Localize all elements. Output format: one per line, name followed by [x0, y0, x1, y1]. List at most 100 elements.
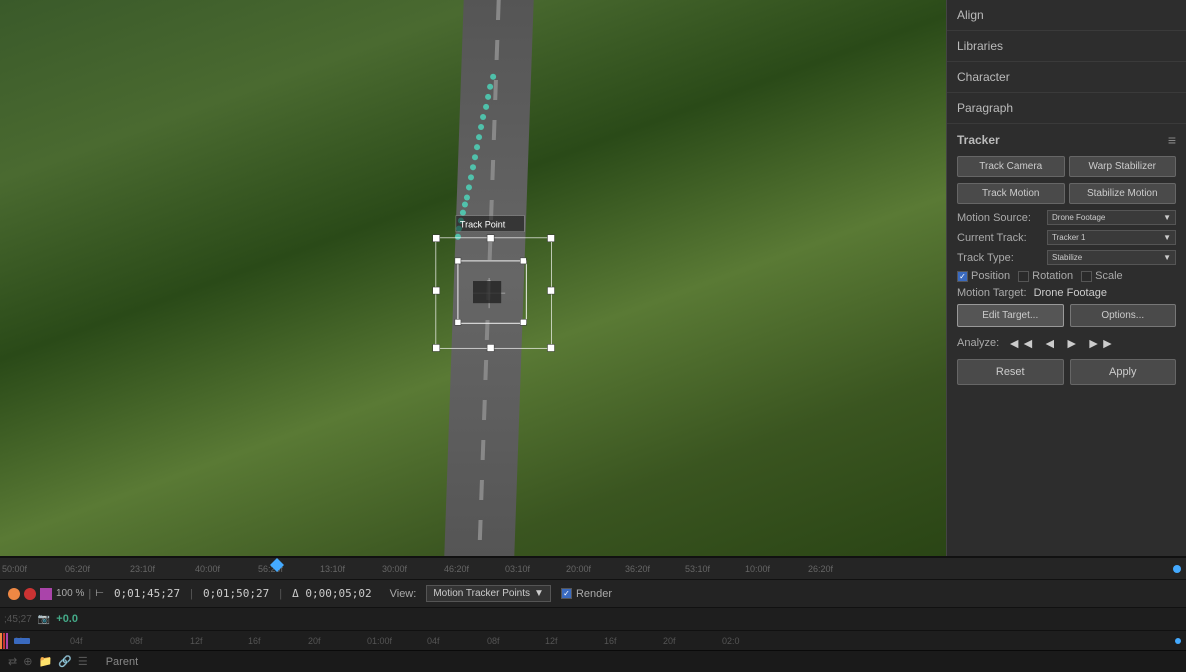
rotation-label: Rotation [1032, 270, 1073, 282]
view-chevron: ▼ [534, 588, 544, 599]
tracker-second-buttons: Track Motion Stabilize Motion [957, 183, 1176, 204]
lower-ruler-116f: 16f [604, 636, 617, 646]
ruler-label-8: 46:20f [444, 564, 469, 574]
track-type-value: Stabilize [1052, 253, 1082, 262]
timecode-bottom: ;45;27 [4, 614, 32, 625]
tracker-panel: Tracker ≡ Track Camera Warp Stabilizer T… [947, 124, 1186, 556]
analyze-label: Analyze: [957, 337, 999, 349]
ruler-label-6: 13:10f [320, 564, 345, 574]
view-label: View: [390, 588, 417, 600]
position-checkbox[interactable]: ✓ [957, 271, 968, 282]
bottom-icon-4[interactable]: 🔗 [58, 655, 72, 668]
ruler-label-3: 23:10f [130, 564, 155, 574]
ruler-label-1: 50:00f [2, 564, 27, 574]
libraries-label: Libraries [957, 39, 1003, 53]
marker-red [0, 633, 2, 649]
motion-target-row: Motion Target: Drone Footage [957, 287, 1176, 299]
analyze-back-button[interactable]: ◄ [1041, 335, 1059, 351]
position-checkbox-item[interactable]: ✓ Position [957, 270, 1010, 282]
timecode-symbol: ⊢ [95, 588, 104, 599]
lower-ruler-200f: 02:0 [722, 636, 740, 646]
ruler-label-9: 03:10f [505, 564, 530, 574]
character-section[interactable]: Character [947, 62, 1186, 93]
ruler-label-13: 10:00f [745, 564, 770, 574]
ruler-label-10: 20:00f [566, 564, 591, 574]
lower-timeline-ruler[interactable]: 0f 04f 08f 12f 16f 20f 01:00f 04f 08f 12… [0, 630, 1186, 650]
bottom-icon-5[interactable]: ☰ [78, 655, 88, 668]
view-dropdown[interactable]: Motion Tracker Points ▼ [426, 585, 551, 602]
transport-divider-2: | [279, 588, 282, 600]
position-label: Position [971, 270, 1010, 282]
render-cb[interactable]: ✓ [561, 588, 572, 599]
align-label: Align [957, 8, 984, 22]
analyze-controls: ◄◄ ◄ ► ►► [1005, 335, 1116, 351]
reset-apply-row: Reset Apply [957, 359, 1176, 385]
align-section[interactable]: Align [947, 0, 1186, 31]
edit-target-button[interactable]: Edit Target... [957, 304, 1064, 327]
playhead-end-dot [1173, 565, 1181, 573]
lower-ruler-120f: 20f [663, 636, 676, 646]
motion-source-dropdown[interactable]: Drone Footage ▼ [1047, 210, 1176, 225]
scale-checkbox-item[interactable]: Scale [1081, 270, 1123, 282]
color-swatch-red [8, 588, 20, 600]
reset-button[interactable]: Reset [957, 359, 1064, 385]
lower-ruler-104f: 04f [427, 636, 440, 646]
ruler-label-14: 26:20f [808, 564, 833, 574]
analyze-row: Analyze: ◄◄ ◄ ► ►► [957, 335, 1176, 351]
current-track-value: Tracker 1 [1052, 233, 1086, 242]
marker-dark-red [3, 633, 5, 649]
ruler-label-7: 30:00f [382, 564, 407, 574]
stabilize-motion-button[interactable]: Stabilize Motion [1069, 183, 1177, 204]
motion-source-chevron: ▼ [1163, 213, 1171, 222]
paragraph-section[interactable]: Paragraph [947, 93, 1186, 124]
current-track-chevron: ▼ [1163, 233, 1171, 242]
tracker-top-buttons: Track Camera Warp Stabilizer [957, 156, 1176, 177]
bottom-icon-1[interactable]: ⇄ [8, 655, 17, 668]
motion-source-row: Motion Source: Drone Footage ▼ [957, 210, 1176, 225]
current-track-dropdown[interactable]: Tracker 1 ▼ [1047, 230, 1176, 245]
track-camera-button[interactable]: Track Camera [957, 156, 1065, 177]
road-line [477, 0, 500, 556]
motion-source-value: Drone Footage [1052, 213, 1105, 222]
playhead-bar [14, 638, 30, 644]
transport-bar: 100 % | ⊢ 0;01;45;27 | 0;01;50;27 | Δ 0;… [0, 580, 1186, 608]
very-bottom-bar: ⇄ ⊕ 📁 🔗 ☰ Parent [0, 650, 1186, 672]
current-track-label: Current Track: [957, 232, 1047, 244]
track-type-dropdown[interactable]: Stabilize ▼ [1047, 250, 1176, 265]
view-value: Motion Tracker Points [433, 588, 530, 599]
lower-transport-bar: ;45;27 📷 +0.0 [0, 608, 1186, 630]
lower-ruler-20f: 20f [308, 636, 321, 646]
lower-ruler-100f: 01:00f [367, 636, 392, 646]
analyze-forward-all-button[interactable]: ►► [1085, 335, 1117, 351]
options-button[interactable]: Options... [1070, 304, 1177, 327]
tracker-header: Tracker ≡ [957, 132, 1176, 148]
scale-label: Scale [1095, 270, 1123, 282]
render-checkbox[interactable]: ✓ Render [561, 588, 612, 600]
lower-ruler-16f: 16f [248, 636, 261, 646]
analyze-back-all-button[interactable]: ◄◄ [1005, 335, 1037, 351]
bottom-icon-3[interactable]: 📁 [38, 655, 52, 668]
lower-ruler-108f: 08f [487, 636, 500, 646]
camera-icon[interactable]: 📷 [38, 614, 50, 625]
parent-label: Parent [106, 656, 138, 668]
libraries-section[interactable]: Libraries [947, 31, 1186, 62]
lower-end-dot [1175, 638, 1181, 644]
rotation-checkbox[interactable] [1018, 271, 1029, 282]
checkboxes-row: ✓ Position Rotation Scale [957, 270, 1176, 282]
warp-stabilizer-button[interactable]: Warp Stabilizer [1069, 156, 1177, 177]
analyze-forward-button[interactable]: ► [1063, 335, 1081, 351]
transport-divider-1: | [190, 588, 193, 600]
bottom-icon-2[interactable]: ⊕ [23, 655, 32, 668]
rotation-checkbox-item[interactable]: Rotation [1018, 270, 1073, 282]
marker-purple [6, 633, 8, 649]
timecode-3: Δ 0;00;05;02 [292, 587, 371, 600]
track-motion-button[interactable]: Track Motion [957, 183, 1065, 204]
ruler-label-4: 40:00f [195, 564, 220, 574]
tracker-menu-icon[interactable]: ≡ [1168, 132, 1176, 148]
timecode-2: 0;01;50;27 [203, 587, 269, 600]
transport-icons-left: 100 % | ⊢ [8, 588, 104, 600]
timeline-ruler[interactable]: 50:00f 06:20f 23:10f 40:00f 56:20f 13:10… [0, 558, 1186, 580]
scale-checkbox[interactable] [1081, 271, 1092, 282]
apply-button[interactable]: Apply [1070, 359, 1177, 385]
color-swatch-dark-red [24, 588, 36, 600]
